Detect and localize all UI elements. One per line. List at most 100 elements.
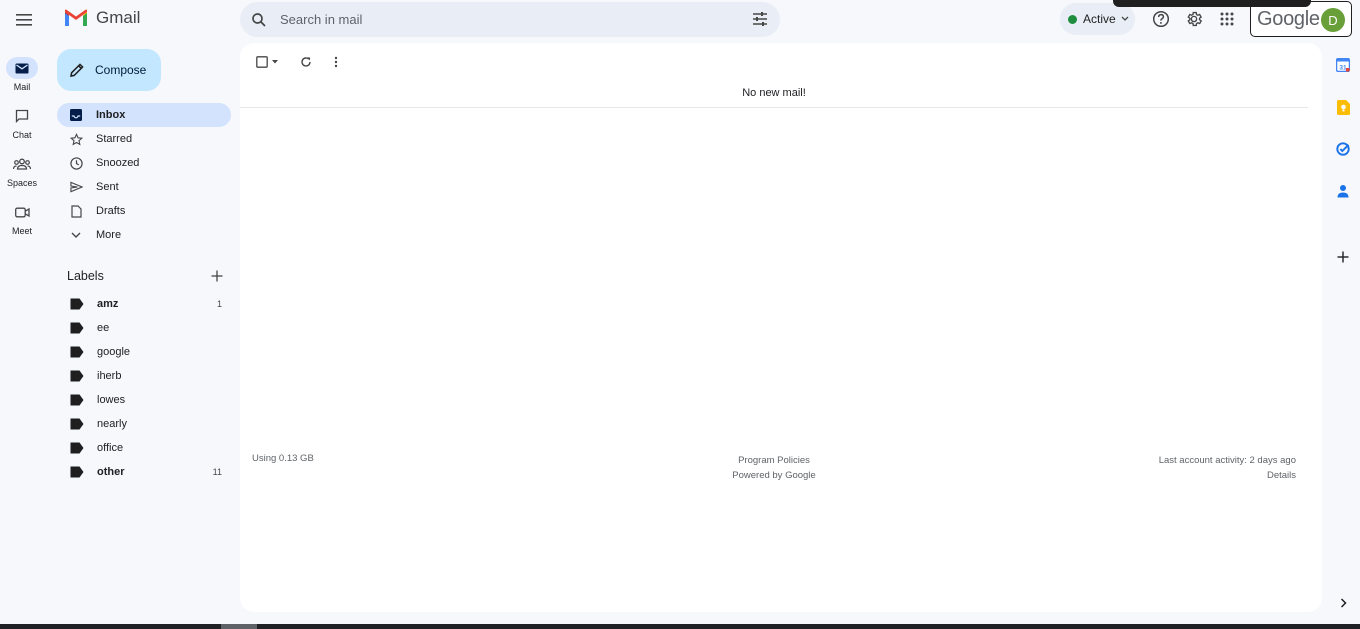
tasks-icon: [1336, 142, 1350, 156]
main-menu-button[interactable]: [10, 6, 38, 34]
contacts-icon: [1337, 185, 1349, 198]
more-options-button[interactable]: [326, 52, 346, 72]
label-item-lowes[interactable]: lowes: [57, 388, 231, 412]
rail-item-spaces[interactable]: Spaces: [0, 153, 44, 188]
compose-label: Compose: [95, 63, 147, 77]
storage-usage[interactable]: Using 0.13 GB: [252, 453, 314, 464]
apps-button[interactable]: [1216, 8, 1238, 30]
powered-by-text: Powered by Google: [732, 470, 816, 481]
gmail-logo[interactable]: Gmail: [64, 8, 140, 28]
nav-label: Snoozed: [96, 157, 140, 169]
nav-item-sent[interactable]: Sent: [57, 175, 231, 199]
rail-item-mail[interactable]: Mail: [0, 57, 44, 92]
support-button[interactable]: [1150, 8, 1172, 30]
label-item-amz[interactable]: amz 1: [57, 292, 231, 316]
plus-icon: [1337, 251, 1349, 263]
checkbox-icon: [256, 56, 268, 68]
keep-icon: [1336, 99, 1350, 115]
label-name: lowes: [97, 394, 126, 406]
contacts-button[interactable]: [1333, 181, 1353, 201]
inbox-icon: [68, 107, 84, 123]
program-policies-link[interactable]: Program Policies: [674, 453, 874, 468]
label-name: nearly: [97, 418, 127, 430]
folder-nav: Inbox Starred Snoozed Sent Drafts More: [57, 103, 231, 247]
label-item-other[interactable]: other 11: [57, 460, 231, 484]
spaces-icon: [6, 153, 38, 175]
tasks-button[interactable]: [1333, 139, 1353, 159]
chevron-down-icon: [1121, 16, 1129, 21]
gear-icon: [1187, 11, 1203, 27]
empty-inbox-message: No new mail!: [742, 87, 806, 99]
nav-label: Sent: [96, 181, 119, 193]
nav-item-starred[interactable]: Starred: [57, 127, 231, 151]
compose-button[interactable]: Compose: [57, 49, 161, 91]
google-brand-text: Google: [1257, 7, 1320, 30]
list-divider: [240, 107, 1308, 108]
rail-item-meet[interactable]: Meet: [0, 201, 44, 236]
status-label: Active: [1083, 12, 1116, 26]
rail-label: Mail: [13, 82, 31, 92]
search-options-icon[interactable]: [752, 11, 768, 27]
label-item-office[interactable]: office: [57, 436, 231, 460]
label-name: amz: [97, 298, 119, 310]
label-item-ee[interactable]: ee: [57, 316, 231, 340]
select-all-checkbox[interactable]: [252, 52, 282, 72]
caret-down-icon: [272, 60, 278, 64]
label-name: iherb: [97, 370, 122, 382]
taskbar-strip: [0, 624, 1360, 629]
calendar-icon: 31: [1336, 58, 1350, 72]
labels-list: amz 1 ee google iherb lowes nearly offic…: [57, 292, 231, 484]
refresh-button[interactable]: [296, 52, 316, 72]
svg-text:31: 31: [1339, 64, 1347, 71]
help-icon: [1152, 10, 1170, 28]
clock-icon: [68, 155, 84, 171]
rail-label: Chat: [12, 130, 32, 140]
plus-icon[interactable]: [211, 270, 223, 282]
footer-right: Last account activity: 2 days ago Detail…: [1159, 453, 1296, 483]
mail-toolbar: [252, 52, 346, 72]
label-tag-icon: [70, 394, 84, 406]
settings-button[interactable]: [1183, 8, 1205, 30]
nav-label: Inbox: [96, 109, 126, 121]
send-icon: [68, 179, 84, 195]
label-tag-icon: [70, 418, 84, 430]
hamburger-menu-icon: [16, 14, 32, 26]
rail-item-chat[interactable]: Chat: [0, 105, 44, 140]
label-tag-icon: [70, 466, 84, 478]
label-item-google[interactable]: google: [57, 340, 231, 364]
nav-item-more[interactable]: More: [57, 223, 231, 247]
label-tag-icon: [70, 298, 84, 310]
label-item-iherb[interactable]: iherb: [57, 364, 231, 388]
chevron-down-icon: [68, 227, 84, 243]
search-input[interactable]: [280, 12, 740, 27]
nav-item-inbox[interactable]: Inbox: [57, 103, 231, 127]
labels-title: Labels: [67, 269, 104, 283]
label-name: google: [97, 346, 131, 358]
search-icon[interactable]: [250, 11, 268, 29]
nav-item-snoozed[interactable]: Snoozed: [57, 151, 231, 175]
details-link[interactable]: Details: [1159, 468, 1296, 483]
label-tag-icon: [70, 442, 84, 454]
rail-label: Spaces: [6, 178, 38, 188]
pencil-icon: [70, 63, 84, 77]
label-tag-icon: [70, 322, 84, 334]
apps-grid-icon: [1220, 12, 1234, 26]
rail-label: Meet: [11, 226, 32, 236]
label-name: office: [97, 442, 124, 454]
nav-label: More: [96, 229, 122, 241]
nav-label: Drafts: [96, 205, 126, 217]
label-name: other: [97, 466, 125, 478]
search-bar[interactable]: [240, 2, 780, 37]
avatar[interactable]: D: [1321, 8, 1345, 32]
gmail-m-icon: [65, 9, 87, 26]
taskbar-tab: [221, 624, 257, 629]
show-side-panel-button[interactable]: [1333, 593, 1353, 613]
status-selector[interactable]: Active: [1060, 3, 1135, 35]
mail-icon: [6, 57, 38, 79]
chevron-right-icon: [1340, 598, 1347, 608]
nav-item-drafts[interactable]: Drafts: [57, 199, 231, 223]
calendar-button[interactable]: 31: [1333, 55, 1353, 75]
get-addons-button[interactable]: [1333, 247, 1353, 267]
keep-button[interactable]: [1333, 97, 1353, 117]
label-item-nearly[interactable]: nearly: [57, 412, 231, 436]
